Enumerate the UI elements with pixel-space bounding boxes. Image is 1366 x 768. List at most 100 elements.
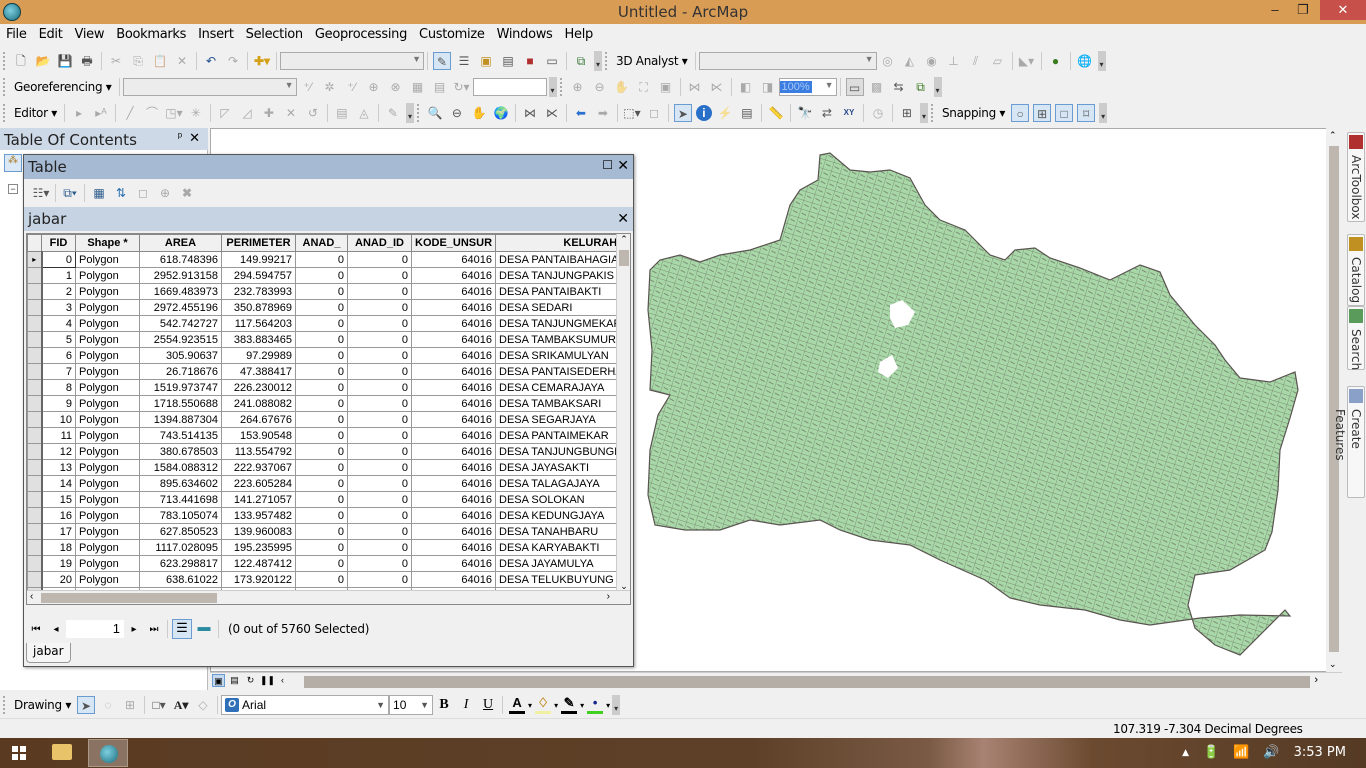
cell-area[interactable]: 380.678503 bbox=[139, 443, 222, 460]
reshape-icon[interactable]: ◿ bbox=[238, 104, 256, 122]
cell-anad[interactable]: 0 bbox=[295, 315, 348, 332]
find-route-icon[interactable]: ⇄ bbox=[818, 104, 836, 122]
pin-icon[interactable]: ᵖ bbox=[178, 131, 182, 143]
viewer-icon[interactable]: ▤ bbox=[431, 78, 449, 96]
bold-button[interactable]: B bbox=[433, 697, 455, 713]
cell-area[interactable]: 638.61022 bbox=[139, 571, 222, 588]
cell-anad-id[interactable]: 0 bbox=[347, 475, 412, 492]
cell-perimeter[interactable]: 141.271057 bbox=[221, 491, 296, 508]
toolbar-grip[interactable] bbox=[3, 104, 7, 122]
redo-icon[interactable]: ↷ bbox=[224, 52, 242, 70]
cell-keluraha[interactable]: DESA KEDUNGJAYA bbox=[495, 507, 630, 524]
cell-anad-id[interactable]: 0 bbox=[347, 267, 412, 284]
cell-fid[interactable]: 0 bbox=[41, 251, 76, 268]
cell-perimeter[interactable]: 139.960083 bbox=[221, 523, 296, 540]
cell-anad-id[interactable]: 0 bbox=[347, 315, 412, 332]
map-horizontal-scrollbar[interactable]: › bbox=[210, 672, 1342, 690]
cell-anad[interactable]: 0 bbox=[295, 395, 348, 412]
trace-icon[interactable]: ◳▾ bbox=[165, 104, 183, 122]
column-header-anad[interactable]: ANAD_ bbox=[295, 234, 348, 252]
cell-perimeter[interactable]: 232.783993 bbox=[221, 283, 296, 300]
cell-keluraha[interactable]: DESA PANTAIMEKAR bbox=[495, 427, 630, 444]
row-selector[interactable] bbox=[27, 283, 43, 300]
font-size-select[interactable]: 10 ▼ bbox=[389, 695, 434, 715]
table-row[interactable]: 11 Polygon 743.514135 153.90548 0 0 64016 DESA … bbox=[27, 427, 630, 444]
line-of-sight-icon[interactable]: ◉ bbox=[923, 52, 941, 70]
cell-area[interactable]: 623.298817 bbox=[139, 555, 222, 572]
cell-perimeter[interactable]: 264.67676 bbox=[221, 411, 296, 428]
scroll-down-icon[interactable]: ⌄ bbox=[1329, 659, 1337, 670]
cell-fid[interactable]: 16 bbox=[41, 507, 76, 524]
toolbar-options-icon[interactable]: ▾ bbox=[548, 77, 557, 97]
3d-analyst-menu[interactable]: 3D Analyst ▾ bbox=[612, 54, 692, 68]
underline-button[interactable]: U bbox=[477, 697, 499, 713]
cell-shape[interactable]: Polygon bbox=[75, 571, 140, 588]
table-row[interactable]: 9 Polygon 1718.550688 241.088082 0 0 64016 DESA… bbox=[27, 395, 630, 412]
table-row[interactable]: 5 Polygon 2554.923515 383.883465 0 0 64016 DESA… bbox=[27, 331, 630, 348]
cell-fid[interactable]: 18 bbox=[41, 539, 76, 556]
network-icon[interactable]: 📶 bbox=[1233, 745, 1249, 760]
cell-perimeter[interactable]: 226.230012 bbox=[221, 379, 296, 396]
scroll-left-icon[interactable]: ‹ bbox=[30, 591, 33, 602]
cell-anad-id[interactable]: 0 bbox=[347, 379, 412, 396]
cell-kode-unsur[interactable]: 64016 bbox=[410, 283, 497, 300]
arctoolbox-icon[interactable]: ■ bbox=[521, 52, 539, 70]
edit-tool-icon[interactable]: ▸ bbox=[70, 104, 88, 122]
refresh-icon[interactable]: ↻ bbox=[244, 674, 257, 687]
cell-fid[interactable]: 10 bbox=[41, 411, 76, 428]
cell-area[interactable]: 1394.887304 bbox=[139, 411, 222, 428]
cell-perimeter[interactable]: 122.487412 bbox=[221, 555, 296, 572]
menu-insert[interactable]: Insert bbox=[192, 24, 240, 45]
table-row[interactable]: 4 Polygon 542.742727 117.564203 0 0 64016 DESA … bbox=[27, 315, 630, 332]
row-selector[interactable] bbox=[27, 379, 43, 396]
cell-anad[interactable]: 0 bbox=[295, 491, 348, 508]
table-row[interactable]: ▸ 0 Polygon 618.748396 149.99217 0 0 64016 DESA … bbox=[27, 251, 630, 268]
data-view-button[interactable]: ▣ bbox=[212, 674, 225, 687]
interpolate-line-icon[interactable]: ⫽ bbox=[967, 52, 985, 70]
grid-vertical-scrollbar[interactable]: ⌃ ⌄ bbox=[616, 234, 630, 592]
split-icon[interactable]: ✕ bbox=[282, 104, 300, 122]
table-row[interactable]: 18 Polygon 1117.028095 195.235995 0 0 64016 DES… bbox=[27, 539, 630, 556]
table-row[interactable]: 15 Polygon 713.441698 141.271057 0 0 64016 DESA… bbox=[27, 491, 630, 508]
cell-fid[interactable]: 7 bbox=[41, 363, 76, 380]
cell-kode-unsur[interactable]: 64016 bbox=[410, 491, 497, 508]
toolbar-grip[interactable] bbox=[930, 104, 935, 122]
cell-area[interactable]: 1117.028095 bbox=[139, 539, 222, 556]
model-builder-icon[interactable]: ⧉ bbox=[572, 52, 590, 70]
next-record-icon[interactable]: ▸ bbox=[124, 624, 144, 635]
cell-fid[interactable]: 12 bbox=[41, 443, 76, 460]
cell-kode-unsur[interactable]: 64016 bbox=[410, 427, 497, 444]
windows-start-icon[interactable] bbox=[12, 746, 26, 760]
html-popup-icon[interactable]: ▤ bbox=[738, 104, 756, 122]
cell-kode-unsur[interactable]: 64016 bbox=[410, 395, 497, 412]
cell-shape[interactable]: Polygon bbox=[75, 267, 140, 284]
rotate-element-icon[interactable]: ◌ bbox=[99, 696, 117, 714]
cell-anad-id[interactable]: 0 bbox=[347, 251, 412, 268]
next-extent-icon[interactable]: ◨ bbox=[759, 78, 777, 96]
table-row[interactable]: 14 Polygon 895.634602 223.605284 0 0 64016 DESA… bbox=[27, 475, 630, 492]
create-features-icon[interactable]: ✎ bbox=[384, 104, 402, 122]
delete-icon[interactable]: ✕ bbox=[173, 52, 191, 70]
georef-rotate-input[interactable] bbox=[472, 78, 547, 96]
cell-anad[interactable]: 0 bbox=[295, 283, 348, 300]
west-java-map[interactable] bbox=[640, 150, 1320, 660]
row-selector[interactable] bbox=[27, 571, 43, 588]
row-selector[interactable] bbox=[27, 539, 43, 556]
cell-perimeter[interactable]: 223.605284 bbox=[221, 475, 296, 492]
catalog-window-icon[interactable]: ▣ bbox=[477, 52, 495, 70]
cell-area[interactable]: 627.850523 bbox=[139, 523, 222, 540]
cell-fid[interactable]: 20 bbox=[41, 571, 76, 588]
cell-kode-unsur[interactable]: 64016 bbox=[410, 459, 497, 476]
table-row[interactable]: 8 Polygon 1519.973747 226.230012 0 0 64016 DESA… bbox=[27, 379, 630, 396]
cell-anad-id[interactable]: 0 bbox=[347, 395, 412, 412]
cell-perimeter[interactable]: 117.564203 bbox=[221, 315, 296, 332]
menu-bookmarks[interactable]: Bookmarks bbox=[110, 24, 192, 45]
cell-area[interactable]: 2554.923515 bbox=[139, 331, 222, 348]
cell-anad[interactable]: 0 bbox=[295, 363, 348, 380]
switch-selection-icon[interactable]: ⇅ bbox=[112, 184, 130, 202]
cell-perimeter[interactable]: 113.554792 bbox=[221, 443, 296, 460]
layout-zoom-percent[interactable]: 100% ▼ bbox=[778, 78, 837, 96]
cell-shape[interactable]: Polygon bbox=[75, 491, 140, 508]
python-window-icon[interactable]: ▭ bbox=[543, 52, 561, 70]
cell-shape[interactable]: Polygon bbox=[75, 539, 140, 556]
